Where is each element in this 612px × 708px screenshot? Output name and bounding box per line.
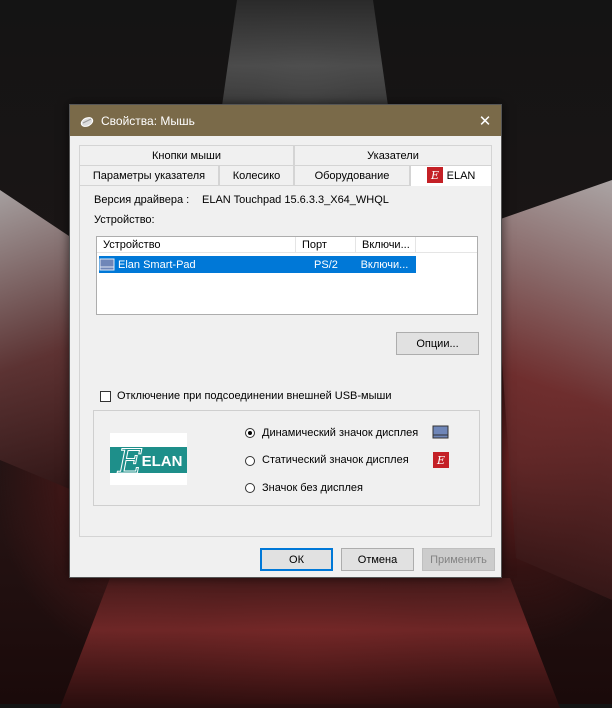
radio-static-label[interactable]: Статический значок дисплея <box>262 454 409 466</box>
static-elan-icon: E <box>433 452 449 471</box>
background-hood <box>220 0 390 120</box>
driver-version-value: ELAN Touchpad 15.6.3.3_X64_WHQL <box>202 194 389 206</box>
tabs-row-1: Кнопки мыши Указатели <box>79 145 492 165</box>
tab-elan[interactable]: E ELAN <box>410 165 492 186</box>
elan-logo: E ELAN <box>110 433 187 485</box>
close-button[interactable]: ✕ <box>469 105 501 136</box>
driver-version-label: Версия драйвера : <box>94 194 190 206</box>
column-header-device[interactable]: Устройство <box>97 237 296 252</box>
radio-dynamic-icon[interactable] <box>245 428 255 438</box>
port-cell: PS/2 <box>314 258 338 271</box>
background-robe <box>60 578 560 708</box>
ok-button[interactable]: ОК <box>260 548 333 571</box>
window-title: Свойства: Мышь <box>101 113 195 128</box>
radio-dynamic-label[interactable]: Динамический значок дисплея <box>262 427 418 439</box>
background-right-armor <box>492 180 612 600</box>
tab-pointer-options[interactable]: Параметры указателя <box>79 165 219 185</box>
cancel-button[interactable]: Отмена <box>341 548 414 571</box>
device-list[interactable]: Устройство Порт Включи... Elan Smart-Pad… <box>96 236 478 315</box>
enabled-cell: Включи... <box>360 258 409 271</box>
radio-static-icon[interactable] <box>245 456 255 466</box>
tab-pointers[interactable]: Указатели <box>294 145 492 165</box>
apply-button[interactable]: Применить <box>422 548 495 571</box>
svg-text:E: E <box>117 442 143 482</box>
radio-no-icon-label[interactable]: Значок без дисплея <box>262 482 363 494</box>
mouse-properties-window: Свойства: Мышь ✕ Кнопки мыши Указатели П… <box>69 104 502 578</box>
touchpad-icon <box>99 258 115 271</box>
elan-tab-icon: E <box>426 166 443 186</box>
radio-no-icon[interactable] <box>245 483 255 493</box>
display-icon-group: E ELAN Динамический значок дисплея Стати… <box>93 410 480 506</box>
usb-disable-label[interactable]: Отключение при подсоединении внешней USB… <box>117 390 392 402</box>
svg-text:E: E <box>436 454 445 467</box>
dynamic-icon-preview <box>432 425 449 442</box>
tab-elan-label: ELAN <box>446 170 476 182</box>
tabs-row-2: Параметры указателя Колесико Оборудовани… <box>79 165 492 186</box>
mouse-icon <box>79 113 95 129</box>
tab-wheel[interactable]: Колесико <box>219 165 294 185</box>
device-label: Устройство: <box>94 214 155 226</box>
svg-text:E: E <box>430 169 439 182</box>
svg-text:ELAN: ELAN <box>142 453 183 470</box>
device-name-cell: Elan Smart-Pad <box>118 258 196 271</box>
options-button[interactable]: Опции... <box>396 332 479 355</box>
tab-hardware[interactable]: Оборудование <box>294 165 410 185</box>
table-row[interactable]: Elan Smart-Pad PS/2 Включи... <box>99 256 416 273</box>
usb-disable-checkbox[interactable] <box>100 391 111 402</box>
device-list-header: Устройство Порт Включи... <box>97 237 477 253</box>
column-header-port[interactable]: Порт <box>296 237 356 252</box>
elan-tab-panel: Версия драйвера : ELAN Touchpad 15.6.3.3… <box>79 185 492 537</box>
column-header-enabled[interactable]: Включи... <box>356 237 416 252</box>
title-bar[interactable]: Свойства: Мышь ✕ <box>70 105 501 136</box>
tab-mouse-buttons[interactable]: Кнопки мыши <box>79 145 294 165</box>
